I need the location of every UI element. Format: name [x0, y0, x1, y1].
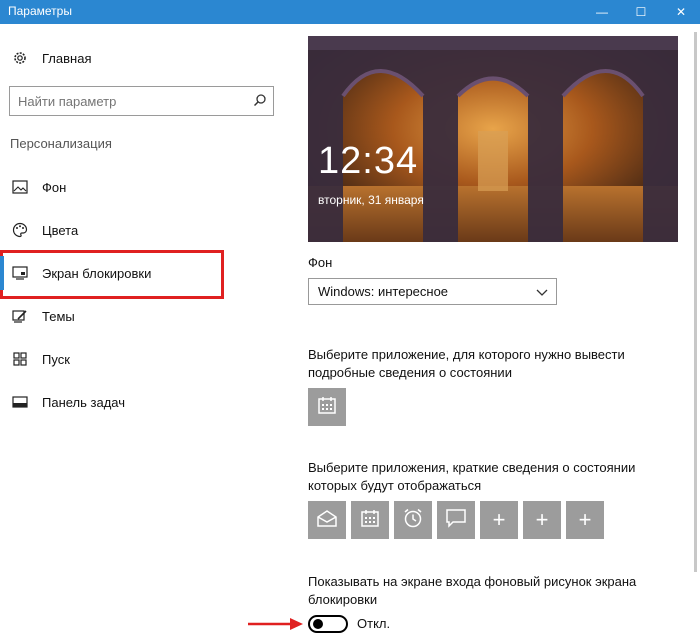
sidebar-item-lock-screen[interactable]: Экран блокировки — [0, 253, 220, 293]
add-icon: + — [535, 507, 549, 532]
detailed-status-app-button[interactable] — [308, 388, 346, 426]
taskbar-icon — [12, 394, 28, 410]
start-icon — [12, 351, 28, 367]
message-icon — [445, 508, 467, 533]
quick-status-app-button[interactable] — [394, 501, 432, 539]
window-title: Параметры — [8, 4, 72, 18]
background-label: Фон — [308, 255, 333, 270]
quick-status-add-button[interactable]: + — [566, 501, 604, 539]
background-dropdown[interactable]: Windows: интересное — [308, 278, 557, 305]
palette-icon — [12, 222, 28, 238]
calendar-icon — [360, 508, 380, 533]
background-value: Windows: интересное — [318, 284, 449, 299]
toggle-state-label: Откл. — [357, 616, 391, 631]
signin-background-toggle[interactable] — [308, 615, 348, 633]
maximize-button[interactable]: ☐ — [624, 0, 658, 24]
close-button[interactable]: ✕ — [664, 0, 698, 24]
preview-time: 12:34 — [318, 140, 419, 182]
sidebar-item-home[interactable]: Главная — [0, 38, 220, 78]
mail-icon — [316, 509, 338, 532]
section-title: Персонализация — [10, 136, 112, 151]
sidebar-item-label: Панель задач — [42, 394, 126, 410]
lock-screen-preview — [308, 36, 678, 242]
quick-status-app-button[interactable] — [437, 501, 475, 539]
add-icon: + — [578, 507, 592, 532]
sidebar-item-taskbar[interactable]: Панель задач — [0, 382, 220, 422]
preview-image — [308, 36, 678, 242]
sidebar-item-label: Главная — [42, 50, 92, 66]
minimize-button[interactable]: — — [585, 0, 619, 24]
sidebar-item-colors[interactable]: Цвета — [0, 210, 220, 250]
title-bar: Параметры — ☐ ✕ — [0, 0, 700, 24]
sidebar-item-label: Экран блокировки — [42, 265, 152, 281]
signin-background-label: Показывать на экране входа фоновый рисун… — [308, 574, 637, 607]
scrollbar-thumb[interactable] — [694, 32, 697, 572]
quick-status-label: Выберите приложения, краткие сведения о … — [308, 460, 636, 493]
sidebar-item-start[interactable]: Пуск — [0, 339, 220, 379]
sidebar-item-label: Цвета — [42, 222, 79, 238]
add-icon: + — [492, 507, 506, 532]
search-icon[interactable] — [253, 93, 267, 112]
alarm-icon — [402, 507, 424, 534]
sidebar-item-label: Темы — [42, 308, 75, 324]
sidebar-item-label: Пуск — [42, 351, 70, 367]
chevron-down-icon — [536, 286, 548, 301]
sidebar-item-background[interactable]: Фон — [0, 167, 220, 207]
quick-status-app-button[interactable] — [308, 501, 346, 539]
search-input[interactable] — [10, 87, 240, 115]
annotation-arrow — [248, 618, 303, 630]
calendar-icon — [317, 395, 337, 420]
themes-icon — [12, 308, 28, 324]
quick-status-app-button[interactable] — [351, 501, 389, 539]
sidebar-item-label: Фон — [42, 179, 67, 195]
detailed-status-label: Выберите приложение, для которого нужно … — [308, 347, 625, 380]
search-box — [9, 86, 274, 116]
quick-status-add-button[interactable]: + — [480, 501, 518, 539]
lock-screen-icon — [12, 265, 28, 281]
scrollbar[interactable] — [692, 24, 700, 641]
quick-status-add-button[interactable]: + — [523, 501, 561, 539]
toggle-knob — [313, 619, 323, 629]
picture-icon — [12, 179, 28, 195]
sidebar-item-themes[interactable]: Темы — [0, 296, 220, 336]
preview-date: вторник, 31 января — [318, 193, 424, 207]
gear-icon — [12, 50, 28, 66]
